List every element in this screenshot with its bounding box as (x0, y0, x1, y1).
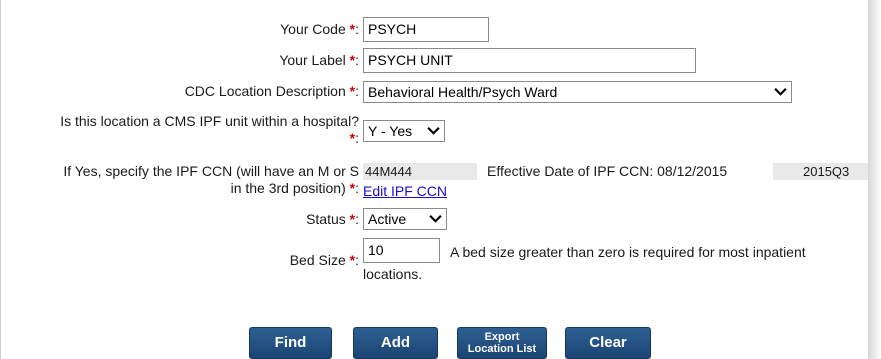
ipf-ccn-label: If Yes, specify the IPF CCN (will have a… (63, 163, 359, 196)
add-button[interactable]: Add (353, 327, 438, 359)
ipf-ccn-value: 44M444 (363, 163, 477, 180)
ipf-unit-label: Is this location a CMS IPF unit within a… (60, 113, 359, 146)
status-label: Status *: (306, 211, 359, 227)
location-form-panel: Your Code *: PSYCH Your Label *: PSYCH U… (0, 0, 870, 359)
bed-size-help-text-continued: locations. (363, 266, 423, 282)
clear-button[interactable]: Clear (565, 327, 651, 359)
bed-size-help-text: A bed size greater than zero is required… (450, 244, 806, 260)
status-select[interactable]: Active (363, 208, 447, 230)
your-code-input[interactable]: PSYCH (363, 17, 489, 42)
bed-size-input[interactable]: 10 (363, 238, 440, 263)
export-location-list-button[interactable]: Export Location List (457, 327, 547, 359)
panel-shadow (868, 0, 881, 359)
cdc-location-select[interactable]: Behavioral Health/Psych Ward (363, 81, 792, 103)
your-label-input[interactable]: PSYCH UNIT (363, 48, 696, 73)
ipf-ccn-effective-date: Effective Date of IPF CCN: 08/12/2015 (487, 163, 728, 179)
your-label-label: Your Label *: (279, 52, 359, 68)
edit-ipf-ccn-link[interactable]: Edit IPF CCN (363, 183, 447, 200)
chevron-down-icon (774, 88, 787, 96)
chevron-down-icon (427, 127, 440, 135)
chevron-down-icon (429, 215, 442, 223)
ipf-unit-select[interactable]: Y - Yes (363, 120, 445, 142)
cdc-location-label: CDC Location Description *: (184, 83, 359, 99)
find-button[interactable]: Find (249, 327, 332, 359)
bed-size-label: Bed Size *: (289, 252, 359, 268)
your-code-label: Your Code *: (280, 21, 359, 37)
ipf-ccn-quarter: 2015Q3 (773, 163, 869, 180)
